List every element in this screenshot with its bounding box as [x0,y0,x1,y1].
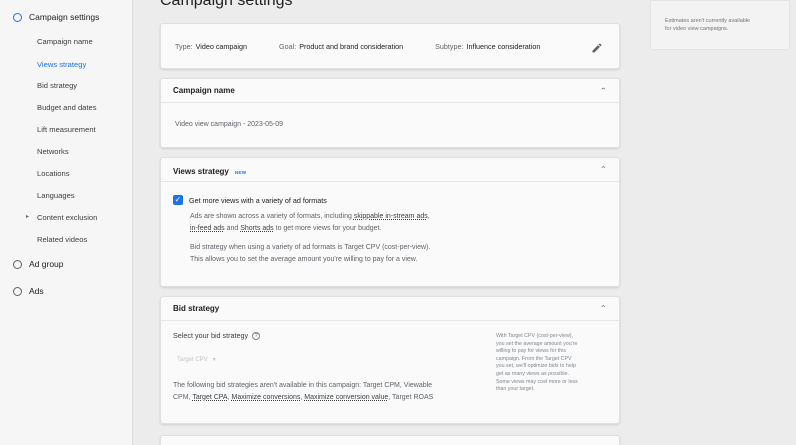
link-maximize-conversions[interactable]: Maximize conversions [232,394,301,401]
edit-pencil-icon[interactable] [591,42,603,54]
estimates-side-panel: Estimates aren't currently available for… [650,0,790,50]
new-badge: NEW [234,169,247,175]
views-strategy-header[interactable]: Views strategy NEW ⌃ [161,158,619,182]
sidebar-ad-group-label: Ad group [29,259,64,269]
bid-help-line: you set, we'll optimize bids to help [496,363,576,370]
campaign-name-value[interactable]: Video view campaign - 2023-05-09 [175,119,283,131]
sidebar-item-related-videos[interactable]: Related videos [37,235,87,244]
sidebar-item-content-exclusion[interactable]: Content exclusion [37,213,97,222]
views-description: Ads are shown across a variety of format… [190,211,490,235]
campaign-name-header[interactable]: Campaign name ⌃ [161,79,619,103]
step-circle-icon [13,12,22,22]
bid-unavailable-line-2: CPM, Target CPA, Maximize conversions, M… [173,392,493,404]
sidebar-item-networks[interactable]: Networks [37,147,69,156]
sidebar-campaign-settings[interactable]: Campaign settings [13,12,99,22]
bid-help-panel: With Target CPV (cost-per-view), you set… [496,333,608,394]
summary-subtype-value: Influence consideration [466,41,541,51]
views-bid-line-2: This allows you to set the average amoun… [190,256,418,263]
summary-goal-value: Product and brand consideration [299,41,404,51]
summary-goal: Goal: Product and brand consideration [279,42,403,51]
sidebar-item-bid-strategy[interactable]: Bid strategy [37,81,77,90]
views-strategy-card: Views strategy NEW ⌃ ✓ Get more views wit… [160,157,620,287]
views-strategy-title-wrap: Views strategy NEW [173,161,246,179]
views-desc-end: to get more views for your budget. [273,225,382,232]
bid-help-line: Some views may cost more or less [496,378,578,385]
sidebar-item-lift-measurement[interactable]: Lift measurement [37,125,96,134]
campaign-name-card: Campaign name ⌃ Video view campaign - 20… [160,78,620,148]
summary-subtype-label: Subtype: [435,41,464,51]
views-bid-line-1: Bid strategy when using a variety of ad … [190,244,431,251]
sidebar: Campaign settings Campaign name Views st… [0,0,133,445]
summary-subtype: Subtype: Influence consideration [435,42,540,51]
summary-type: Type: Video campaign [175,42,247,51]
bid-roas-text: , Target ROAS [388,394,434,401]
bid-strategy-dropdown[interactable]: Target CPV ▼ [177,357,217,363]
bid-help-line: With Target CPV (cost-per-view), [496,333,574,339]
help-icon[interactable]: ? [252,331,261,340]
link-shorts-ads[interactable]: Shorts ads [240,225,273,232]
summary-type-label: Type: [175,41,193,51]
bid-help-line: you set the average amount you're [496,340,578,347]
bid-help-line: get as many views as possible. [496,370,570,377]
bid-strategy-title: Bid strategy [173,304,220,313]
bid-select-label: Select your bid strategy [173,331,249,340]
views-checkbox-row[interactable]: ✓ Get more views with a variety of ad fo… [173,195,327,205]
expand-caret-icon[interactable]: ▸ [26,213,29,220]
and-text: and [224,225,241,232]
sidebar-ad-group[interactable]: Ad group [13,259,64,269]
next-card [160,435,620,445]
summary-goal-label: Goal: [279,41,297,51]
bid-cpm-text: CPM, [173,394,193,401]
page-title: Campaign settings [160,0,293,9]
sidebar-ads[interactable]: Ads [13,286,44,296]
step-circle-icon [13,259,22,269]
bid-strategy-header[interactable]: Bid strategy ⌃ [161,297,619,321]
bid-help-line: than your target. [496,386,535,393]
bid-unavailable-text: The following bid strategies aren't avai… [173,380,493,404]
views-bid-info: Bid strategy when using a variety of ad … [190,242,510,266]
comma-text: , [427,213,430,220]
sidebar-ads-label: Ads [29,286,44,296]
bid-unavailable-line-1: The following bid strategies aren't avai… [173,382,433,389]
side-note-line-1: Estimates aren't currently available [665,18,751,24]
link-target-cpa[interactable]: Target CPA [192,394,227,401]
checkbox-checked-icon[interactable]: ✓ [173,195,183,205]
step-circle-icon [13,286,22,296]
sidebar-item-budget-and-dates[interactable]: Budget and dates [37,103,97,112]
views-desc-text: Ads are shown across a variety of format… [190,213,352,220]
sidebar-item-languages[interactable]: Languages [37,191,75,200]
bid-dropdown-value: Target CPV [177,357,208,363]
collapse-chevron-icon[interactable]: ⌃ [599,166,607,174]
collapse-chevron-icon[interactable]: ⌃ [599,87,607,95]
bid-select-label-row: Select your bid strategy ? [173,331,261,340]
collapse-chevron-icon[interactable]: ⌃ [599,305,607,313]
bid-help-line: willing to pay for views for this [496,348,567,355]
dropdown-arrow-icon: ▼ [211,357,217,363]
campaign-name-title: Campaign name [173,86,235,95]
link-infeed-ads[interactable]: in-feed ads [190,225,225,232]
views-strategy-title: Views strategy [173,166,229,176]
summary-type-value: Video campaign [195,41,248,51]
campaign-summary-card: Type: Video campaign Goal: Product and bra… [160,23,620,69]
bid-help-line: campaign. From the Target CPV [496,355,572,362]
link-maximize-conversion-value[interactable]: Maximize conversion value [304,394,388,401]
link-skippable-ads[interactable]: skippable in-stream ads [354,213,428,220]
sidebar-item-locations[interactable]: Locations [37,169,70,178]
sidebar-campaign-settings-label: Campaign settings [29,12,100,22]
side-note-line-2: for video view campaigns. [665,26,729,32]
bid-strategy-card: Bid strategy ⌃ Select your bid strategy … [160,296,620,424]
sidebar-item-campaign-name[interactable]: Campaign name [37,37,93,46]
views-checkbox-label: Get more views with a variety of ad form… [189,195,327,205]
sidebar-item-views-strategy[interactable]: Views strategy [37,60,86,69]
